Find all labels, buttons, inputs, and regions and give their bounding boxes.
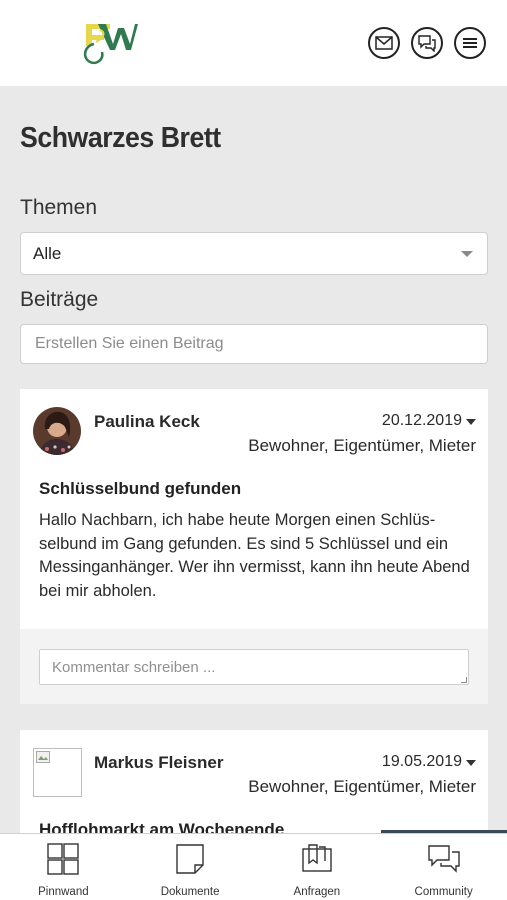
ew-logo[interactable] [80,20,138,66]
inbox-icon [301,843,333,880]
chat-icon[interactable] [411,27,443,59]
grid-icon [47,843,80,880]
post-date: 19.05.2019 [381,753,462,770]
resize-handle-icon[interactable] [461,677,467,683]
document-icon [174,843,206,880]
nav-item-dokumente[interactable]: Dokumente [127,834,254,900]
post-card: Markus Fleisner 19.05.2019 Bewohner, Eig… [20,730,488,833]
post-roles: Bewohner, Eigentümer, Mieter [248,436,476,455]
comment-area [20,629,488,704]
post-title: Hofflohmarkt am Wochenende [39,820,285,833]
main-content: Schwarzes Brett Themen Alle Beiträge Pau… [0,86,507,833]
nav-item-pinnwand[interactable]: Pinnwand [0,834,127,900]
post-title: Schlüsselbund gefunden [39,479,242,498]
nav-label: Pinnwand [38,886,89,898]
post-author[interactable]: Markus Fleisner [94,753,223,773]
nav-item-anfragen[interactable]: Anfragen [254,834,381,900]
avatar[interactable] [33,407,81,455]
nav-label: Anfragen [293,886,341,898]
post-date: 20.12.2019 [381,412,462,429]
post-author[interactable]: Paulina Keck [94,412,200,432]
nav-label: Dokumente [160,886,220,898]
comment-input[interactable] [39,649,469,685]
nav-label: Community [414,886,473,898]
mail-icon[interactable] [368,27,400,59]
post-roles: Bewohner, Eigentümer, Mieter [248,777,476,796]
bottom-nav: Pinnwand Dokumente Anfragen Community [0,833,507,900]
menu-icon[interactable] [454,27,486,59]
post-options-chevron-icon[interactable] [466,760,476,766]
community-chat-icon [427,843,461,880]
themes-label: Themen [20,196,98,219]
themes-select-value: Alle [33,243,62,263]
post-card: Paulina Keck 20.12.2019 Bewohner, Eigent… [20,389,488,704]
posts-label: Beiträge [20,288,99,311]
create-post-input[interactable] [20,324,488,364]
post-options-chevron-icon[interactable] [466,419,476,425]
chevron-down-icon [461,251,473,257]
nav-item-community[interactable]: Community [380,834,507,900]
post-body: Hallo Nachbarn, ich habe heute Morgen ei… [39,511,470,600]
avatar[interactable] [33,748,82,797]
themes-select[interactable]: Alle [20,232,488,275]
page-title: Schwarzes Brett [20,122,221,154]
top-bar [0,0,507,86]
